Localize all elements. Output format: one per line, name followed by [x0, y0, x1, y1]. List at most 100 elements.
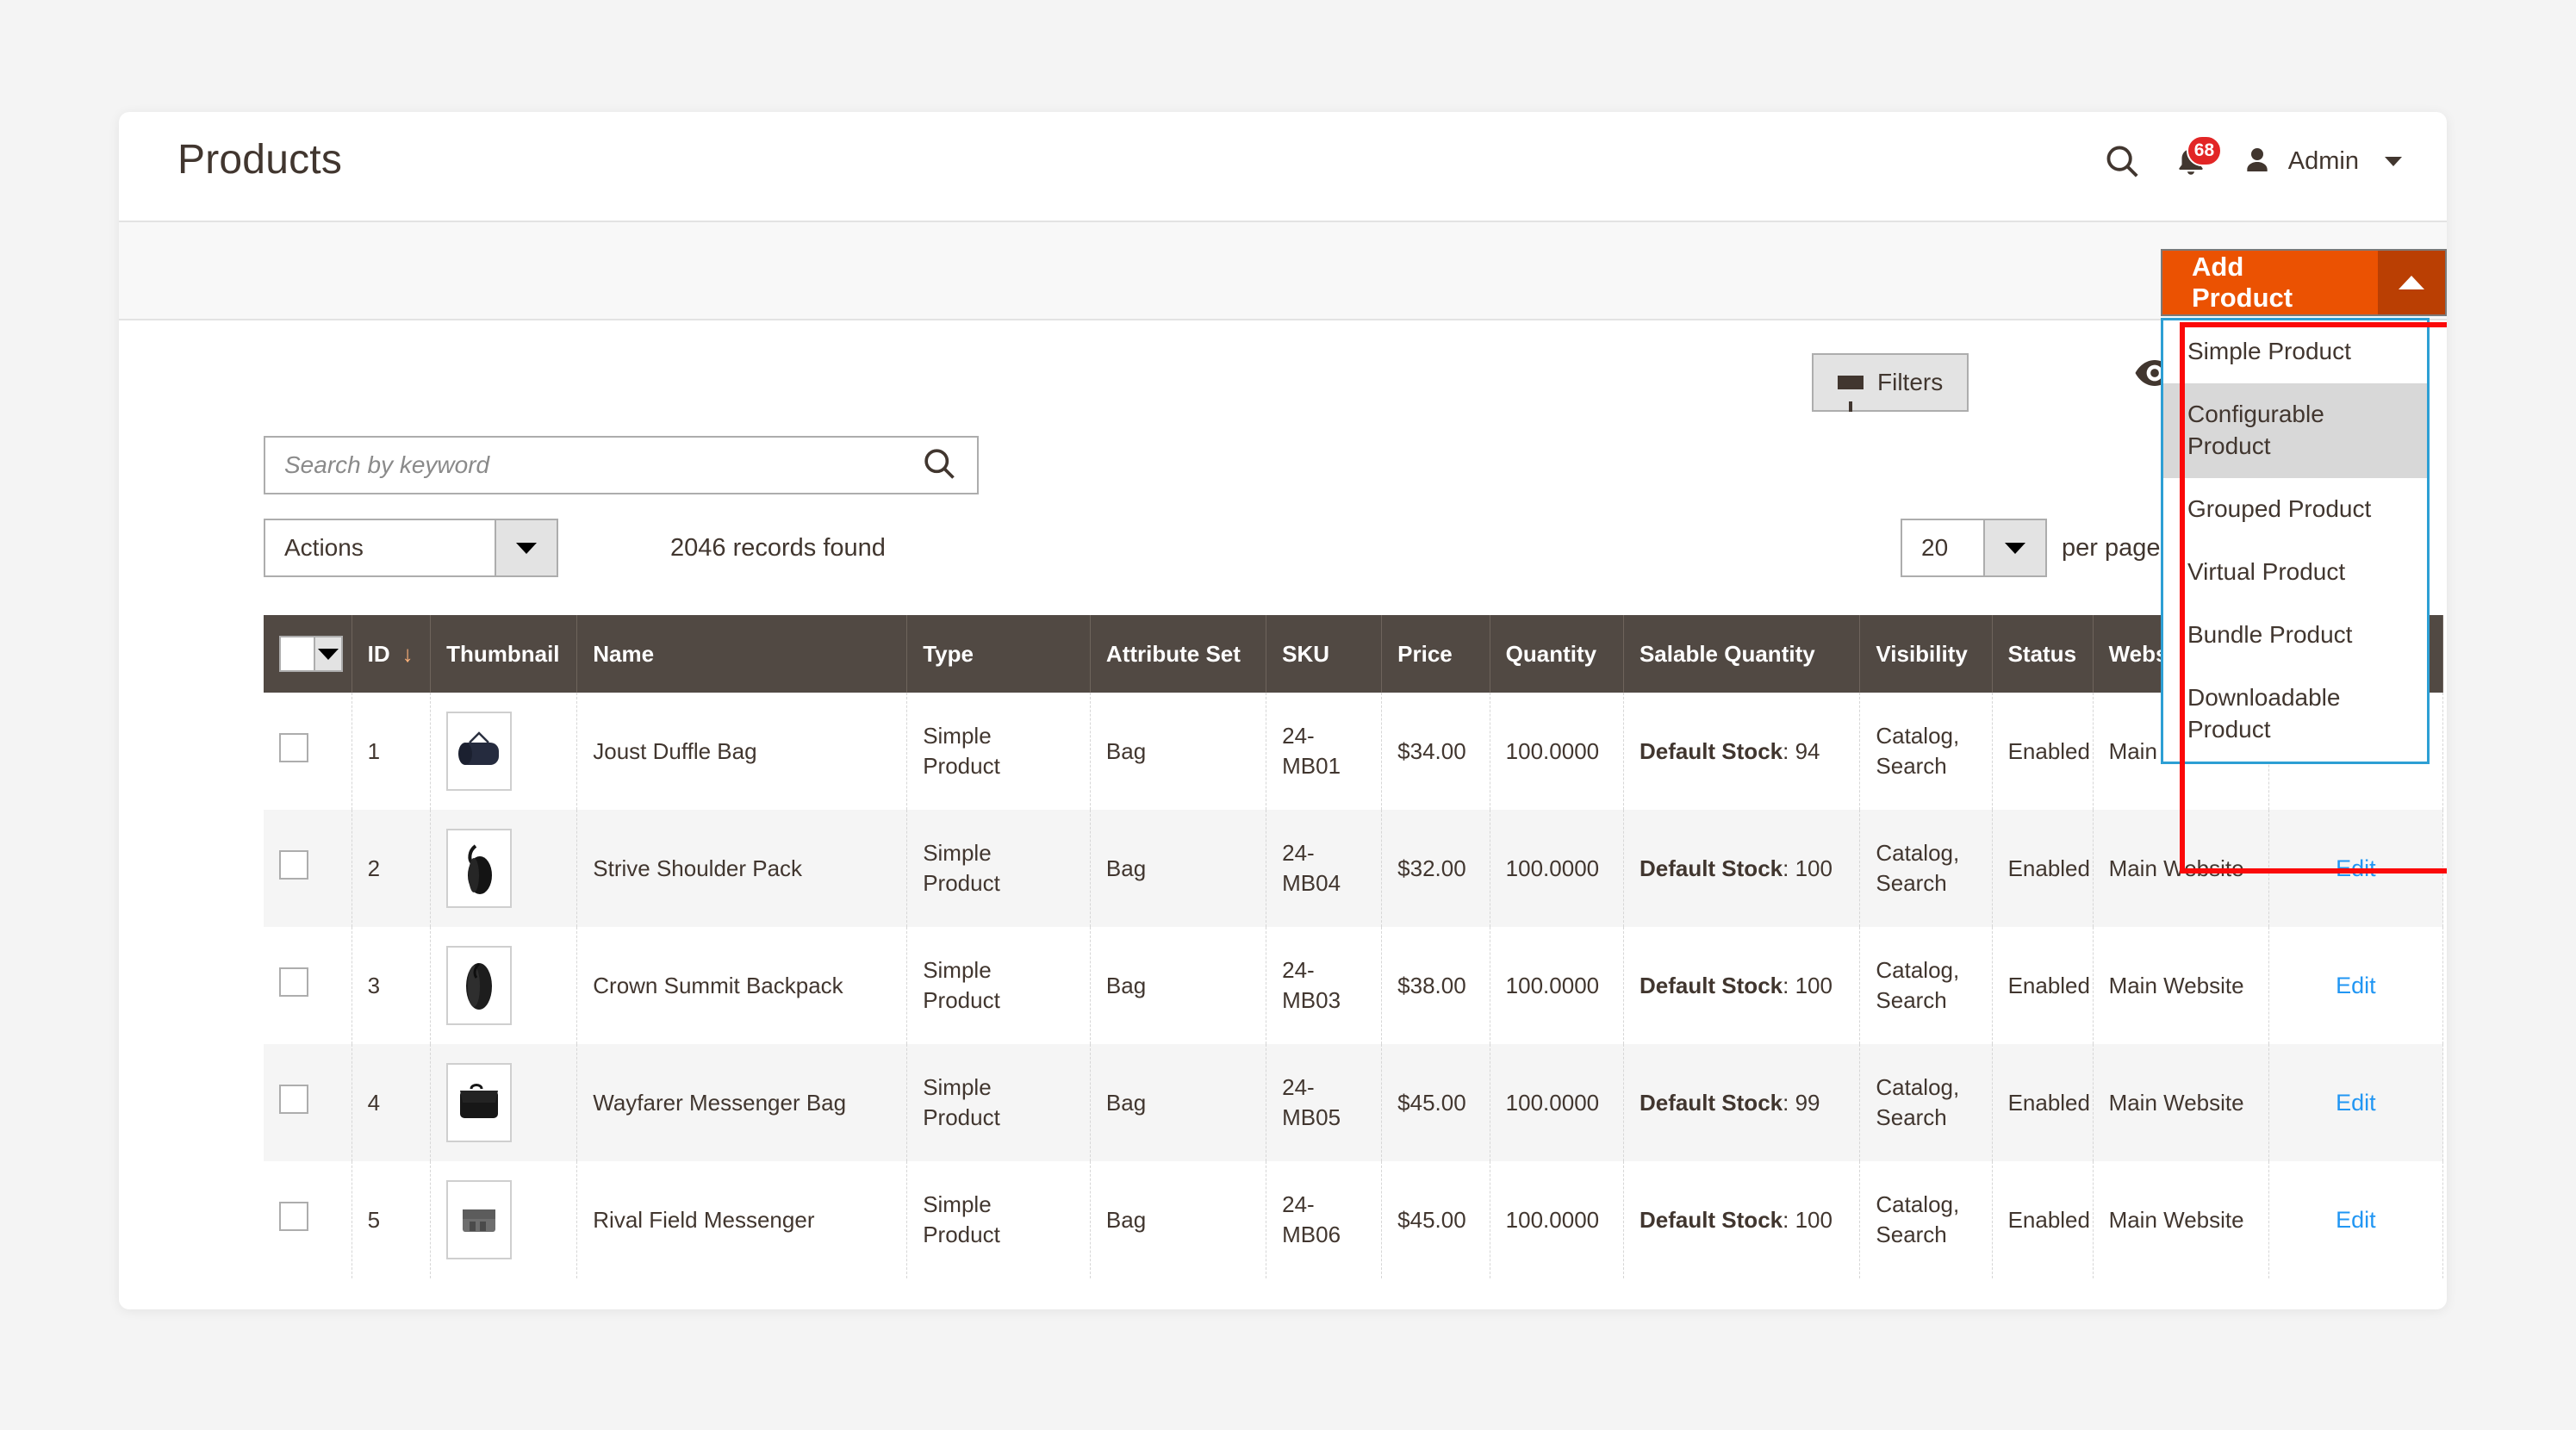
- stock-value: 100: [1795, 1206, 1832, 1233]
- add-product-toggle-button[interactable]: [2377, 251, 2445, 314]
- search-input[interactable]: [284, 451, 920, 479]
- grid-toolbar: Filters Default V: [119, 341, 2447, 424]
- menu-item-bundle-product[interactable]: Bundle Product: [2163, 604, 2427, 667]
- cell-attribute-set: Bag: [1090, 693, 1267, 810]
- chevron-down-icon: [2385, 156, 2402, 166]
- keyword-search-box[interactable]: [264, 436, 979, 494]
- actions-select[interactable]: Actions: [264, 519, 558, 577]
- select-all-checkbox-group[interactable]: [279, 636, 343, 672]
- edit-link[interactable]: Edit: [2336, 855, 2376, 881]
- per-page-label: per page: [2062, 534, 2161, 562]
- add-product-button[interactable]: Add Product: [2162, 251, 2378, 314]
- edit-link[interactable]: Edit: [2336, 973, 2376, 998]
- column-header-status[interactable]: Status: [1992, 615, 2094, 693]
- user-menu[interactable]: Admin: [2240, 144, 2402, 178]
- cell-quantity: 100.0000: [1490, 810, 1624, 927]
- cell-quantity: 100.0000: [1490, 1044, 1624, 1161]
- cell-salable-quantity: Default Stock: 100: [1623, 927, 1861, 1044]
- row-checkbox[interactable]: [279, 967, 308, 997]
- cell-websites: Main Website: [2093, 810, 2269, 927]
- cell-sku: 24-MB03: [1266, 927, 1383, 1044]
- filters-button[interactable]: Filters: [1812, 353, 1969, 412]
- edit-link[interactable]: Edit: [2336, 1090, 2376, 1116]
- cell-name: Strive Shoulder Pack: [576, 810, 908, 927]
- cell-type: Simple Product: [906, 1161, 1091, 1278]
- cell-price: $45.00: [1381, 1044, 1490, 1161]
- row-select-cell[interactable]: [264, 1044, 352, 1161]
- product-thumbnail-image: [446, 712, 513, 791]
- cell-price: $32.00: [1381, 810, 1490, 927]
- page-title: Products: [177, 136, 343, 183]
- cell-sku: 24-MB05: [1266, 1044, 1383, 1161]
- row-checkbox[interactable]: [279, 1084, 308, 1114]
- cell-type: Simple Product: [906, 810, 1091, 927]
- row-checkbox[interactable]: [279, 849, 308, 880]
- select-all-header[interactable]: [264, 615, 352, 693]
- cell-attribute-set: Bag: [1090, 1044, 1267, 1161]
- stock-label: Default Stock: [1639, 855, 1783, 881]
- chevron-down-icon[interactable]: [314, 637, 341, 670]
- user-name-label: Admin: [2287, 146, 2359, 175]
- stock-value: 100: [1795, 972, 1832, 998]
- column-header-thumbnail[interactable]: Thumbnail: [430, 615, 578, 693]
- add-product-split-button[interactable]: Add Product: [2161, 249, 2447, 316]
- column-header-id[interactable]: ID ↓: [352, 615, 432, 693]
- cell-attribute-set: Bag: [1090, 927, 1267, 1044]
- cell-thumbnail: [430, 1161, 578, 1278]
- cell-id: 5: [352, 1161, 432, 1278]
- cell-action[interactable]: Edit: [2268, 927, 2444, 1044]
- row-select-cell[interactable]: [264, 927, 352, 1044]
- add-product-control: Add Product Simple Product Configurable …: [2161, 249, 2447, 764]
- column-header-salable-quantity[interactable]: Salable Quantity: [1623, 615, 1861, 693]
- menu-item-virtual-product[interactable]: Virtual Product: [2163, 541, 2427, 604]
- sort-descending-icon: ↓: [401, 640, 414, 667]
- table-row[interactable]: 4 Wayfarer Messenger Bag Simple Product …: [264, 1044, 2444, 1161]
- notification-count-badge: 68: [2186, 135, 2223, 166]
- triangle-up-icon: [2398, 276, 2424, 289]
- table-row[interactable]: 3 Crown Summit Backpack Simple Product B…: [264, 927, 2444, 1044]
- column-header-name[interactable]: Name: [576, 615, 908, 693]
- cell-price: $38.00: [1381, 927, 1490, 1044]
- search-icon[interactable]: [2102, 141, 2142, 181]
- per-page-select[interactable]: 20: [1901, 519, 2047, 577]
- cell-visibility: Catalog, Search: [1859, 693, 1993, 810]
- column-header-visibility[interactable]: Visibility: [1859, 615, 1993, 693]
- column-header-quantity[interactable]: Quantity: [1490, 615, 1624, 693]
- search-submit-icon[interactable]: [920, 445, 958, 487]
- cell-attribute-set: Bag: [1090, 1161, 1267, 1278]
- edit-link[interactable]: Edit: [2336, 1207, 2376, 1233]
- row-select-cell[interactable]: [264, 810, 352, 927]
- column-header-type[interactable]: Type: [906, 615, 1091, 693]
- row-checkbox[interactable]: [279, 732, 308, 762]
- products-grid: ID ↓ Thumbnail Name Type Attribute Set SK…: [119, 615, 2447, 1278]
- table-row[interactable]: 1 Joust Duffle Bag Simple Product Bag 24…: [264, 693, 2444, 810]
- column-header-price[interactable]: Price: [1381, 615, 1490, 693]
- cell-quantity: 100.0000: [1490, 693, 1624, 810]
- table-row[interactable]: 2 Strive Shoulder Pack Simple Product Ba…: [264, 810, 2444, 927]
- row-select-cell[interactable]: [264, 693, 352, 810]
- notifications-bell-icon[interactable]: 68: [2173, 135, 2223, 179]
- cell-thumbnail: [430, 810, 578, 927]
- header-actions: 68 Admin: [2102, 135, 2402, 181]
- grid-body: 1 Joust Duffle Bag Simple Product Bag 24…: [264, 693, 2444, 1278]
- cell-id: 4: [352, 1044, 432, 1161]
- row-checkbox[interactable]: [279, 1201, 308, 1231]
- product-thumbnail-image: [446, 829, 513, 908]
- row-select-cell[interactable]: [264, 1161, 352, 1278]
- chevron-down-icon: [1983, 520, 2045, 575]
- menu-item-simple-product[interactable]: Simple Product: [2163, 320, 2427, 383]
- select-all-checkbox[interactable]: [281, 637, 314, 670]
- grid-header-row: ID ↓ Thumbnail Name Type Attribute Set SK…: [264, 615, 2444, 693]
- menu-item-downloadable-product[interactable]: Downloadable Product: [2163, 667, 2427, 762]
- column-header-attribute-set[interactable]: Attribute Set: [1090, 615, 1267, 693]
- add-product-dropdown-menu: Simple Product Configurable Product Grou…: [2161, 318, 2430, 764]
- cell-action[interactable]: Edit: [2268, 1044, 2444, 1161]
- column-header-sku[interactable]: SKU: [1266, 615, 1383, 693]
- funnel-icon: [1838, 376, 1864, 412]
- menu-item-grouped-product[interactable]: Grouped Product: [2163, 478, 2427, 541]
- cell-action[interactable]: Edit: [2268, 1161, 2444, 1278]
- menu-item-configurable-product[interactable]: Configurable Product: [2163, 382, 2427, 478]
- stock-label: Default Stock: [1639, 737, 1783, 764]
- table-row[interactable]: 5 Rival Field Messenger Simple Product B…: [264, 1161, 2444, 1278]
- cell-action[interactable]: Edit: [2268, 810, 2444, 927]
